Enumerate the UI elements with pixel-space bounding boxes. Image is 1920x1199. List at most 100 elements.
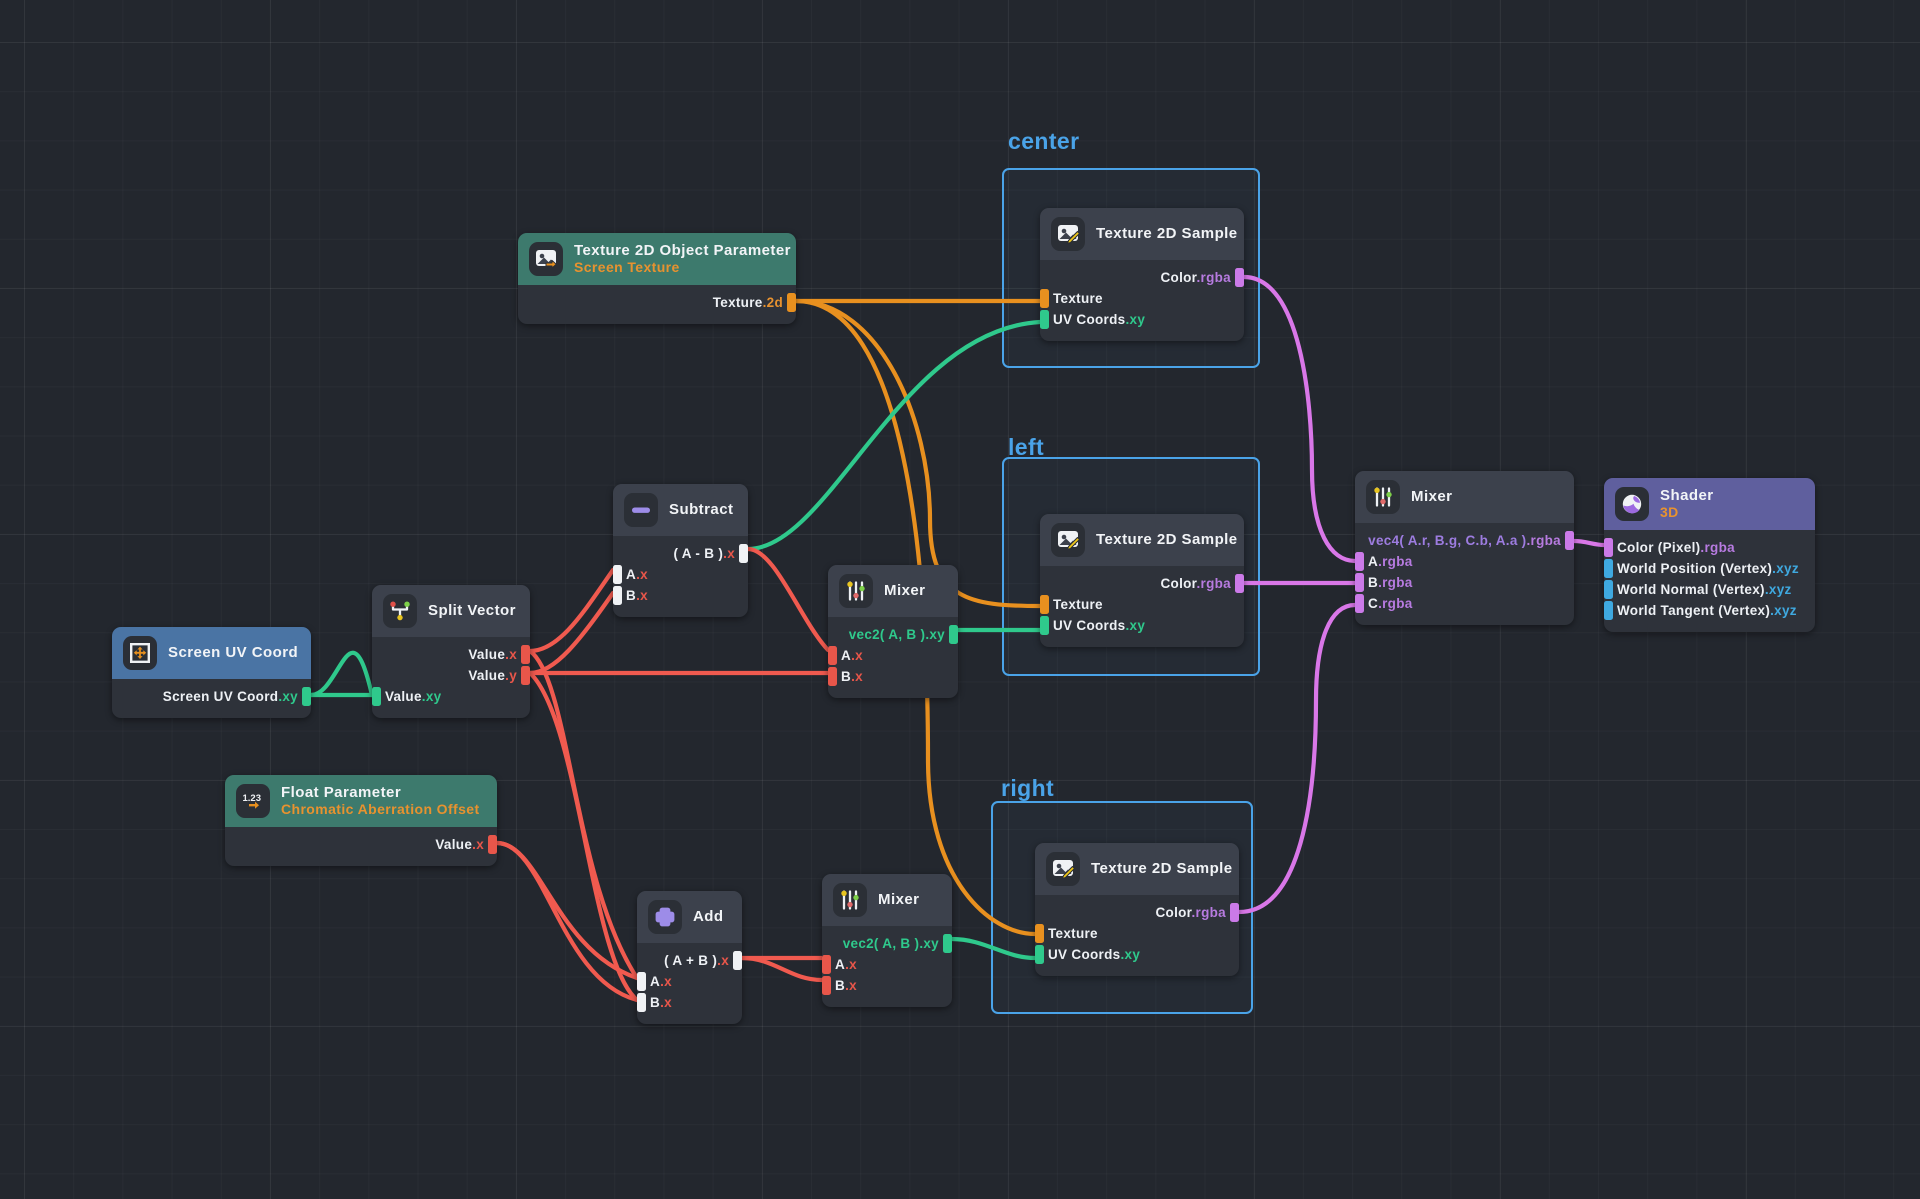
input-port-row[interactable]: Value.xy xyxy=(372,687,530,706)
node-shader-output[interactable]: Shader3D Color (Pixel).rgba World Position… xyxy=(1604,478,1815,632)
input-socket[interactable] xyxy=(1355,573,1364,592)
input-port-row[interactable]: Color (Pixel).rgba xyxy=(1604,538,1815,557)
input-port-row[interactable]: World Tangent (Vertex).xyz xyxy=(1604,601,1815,620)
input-port-row[interactable]: B.x xyxy=(637,993,742,1012)
input-socket[interactable] xyxy=(613,586,622,605)
output-socket[interactable] xyxy=(1235,268,1244,287)
input-socket[interactable] xyxy=(637,993,646,1012)
node-texture-sample-left[interactable]: Texture 2D Sample Color.rgba Texture UV Coo… xyxy=(1040,514,1244,647)
wire-center-color-to-mixer-a[interactable] xyxy=(1244,277,1355,561)
node-header[interactable]: Subtract xyxy=(613,484,748,536)
input-port-row[interactable]: B.x xyxy=(822,976,952,995)
wire-split-y-to-subtract-b[interactable] xyxy=(530,593,613,673)
input-socket[interactable] xyxy=(828,667,837,686)
group-label-right[interactable]: right xyxy=(1001,775,1054,802)
input-port-row[interactable]: World Normal (Vertex).xyz xyxy=(1604,580,1815,599)
input-port-row[interactable]: A.rgba xyxy=(1355,552,1574,571)
wire-subtract-out-to-mixermid-a[interactable] xyxy=(748,549,828,650)
input-port-row[interactable]: C.rgba xyxy=(1355,594,1574,613)
output-port-row[interactable]: Texture.2d xyxy=(518,293,796,312)
node-header[interactable]: Texture 2D Sample xyxy=(1040,208,1244,260)
group-label-left[interactable]: left xyxy=(1008,434,1044,461)
output-port-row[interactable]: Screen UV Coord.xy xyxy=(112,687,311,706)
node-header[interactable]: Mixer xyxy=(822,874,952,926)
wire-split-x-to-add-a[interactable] xyxy=(530,651,637,978)
input-port-row[interactable]: A.x xyxy=(828,646,958,665)
input-port-row[interactable]: UV Coords.xy xyxy=(1040,616,1244,635)
node-mixer-final[interactable]: Mixer vec4( A.r, B.g, C.b, A.a ).rgba A.rg… xyxy=(1355,471,1574,625)
input-port-row[interactable]: UV Coords.xy xyxy=(1040,310,1244,329)
wire-subtract-out-to-center-uv[interactable] xyxy=(748,322,1040,549)
output-socket[interactable] xyxy=(521,645,530,664)
node-header[interactable]: Split Vector xyxy=(372,585,530,637)
input-port-row[interactable]: Texture xyxy=(1040,289,1244,308)
wire-split-x-to-subtract-a[interactable] xyxy=(530,570,613,651)
input-socket[interactable] xyxy=(1040,310,1049,329)
output-port-row[interactable]: vec2( A, B ).xy xyxy=(828,625,958,644)
node-mixer-mid[interactable]: Mixer vec2( A, B ).xy A.x B.x xyxy=(828,565,958,698)
input-socket[interactable] xyxy=(1035,924,1044,943)
output-socket[interactable] xyxy=(739,544,748,563)
input-socket[interactable] xyxy=(1604,538,1613,557)
output-socket[interactable] xyxy=(733,951,742,970)
node-header[interactable]: 1.23Float ParameterChromatic Aberration … xyxy=(225,775,497,827)
group-label-center[interactable]: center xyxy=(1008,128,1079,155)
output-port-row[interactable]: Value.x xyxy=(225,835,497,854)
input-socket[interactable] xyxy=(822,976,831,995)
output-socket[interactable] xyxy=(521,666,530,685)
input-port-row[interactable]: B.rgba xyxy=(1355,573,1574,592)
input-port-row[interactable]: Texture xyxy=(1040,595,1244,614)
wire-screenuv-to-subtract-a[interactable] xyxy=(311,653,372,695)
input-socket[interactable] xyxy=(637,972,646,991)
wire-float-to-add-a[interactable] xyxy=(497,843,637,978)
output-socket[interactable] xyxy=(943,934,952,953)
output-port-row[interactable]: Color.rgba xyxy=(1040,268,1244,287)
output-port-row[interactable]: Value.x xyxy=(372,645,530,664)
output-socket[interactable] xyxy=(787,293,796,312)
output-socket[interactable] xyxy=(488,835,497,854)
node-screen-uv-coord[interactable]: Screen UV Coord Screen UV Coord.xy xyxy=(112,627,311,718)
node-add[interactable]: Add( A + B ).xA.xB.x xyxy=(637,891,742,1024)
node-split-vector[interactable]: Split Vector Value.x Value.y Value.xy xyxy=(372,585,530,718)
output-socket[interactable] xyxy=(302,687,311,706)
wire-split-y-to-add-b[interactable] xyxy=(530,673,637,1000)
input-socket[interactable] xyxy=(372,687,381,706)
output-socket[interactable] xyxy=(1230,903,1239,922)
node-header[interactable]: Shader3D xyxy=(1604,478,1815,530)
input-port-row[interactable]: A.x xyxy=(822,955,952,974)
input-socket[interactable] xyxy=(1604,559,1613,578)
input-socket[interactable] xyxy=(1035,945,1044,964)
wire-mixer-out-to-shader-color[interactable] xyxy=(1574,541,1604,545)
node-header[interactable]: Mixer xyxy=(1355,471,1574,523)
node-header[interactable]: Screen UV Coord xyxy=(112,627,311,679)
node-float-param[interactable]: 1.23Float ParameterChromatic Aberration … xyxy=(225,775,497,866)
output-port-row[interactable]: vec2( A, B ).xy xyxy=(822,934,952,953)
output-port-row[interactable]: Color.rgba xyxy=(1035,903,1239,922)
node-subtract[interactable]: Subtract ( A - B ).x A.x B.x xyxy=(613,484,748,617)
node-texture-sample-center[interactable]: Texture 2D Sample Color.rgba Texture UV Coo… xyxy=(1040,208,1244,341)
input-port-row[interactable]: B.x xyxy=(828,667,958,686)
input-port-row[interactable]: World Position (Vertex).xyz xyxy=(1604,559,1815,578)
node-mixer-bottom[interactable]: Mixer vec2( A, B ).xy A.x B.x xyxy=(822,874,952,1007)
input-socket[interactable] xyxy=(1355,594,1364,613)
node-graph-canvas[interactable]: center left right Texture 2D Object Parame… xyxy=(0,0,1920,1199)
input-socket[interactable] xyxy=(828,646,837,665)
input-socket[interactable] xyxy=(1604,601,1613,620)
input-socket[interactable] xyxy=(822,955,831,974)
node-header[interactable]: Texture 2D Sample xyxy=(1040,514,1244,566)
wire-float-to-add-b[interactable] xyxy=(497,843,637,1000)
node-header[interactable]: Texture 2D Object ParameterScreen Textur… xyxy=(518,233,796,285)
input-port-row[interactable]: B.x xyxy=(613,586,748,605)
output-port-row[interactable]: Color.rgba xyxy=(1040,574,1244,593)
node-header[interactable]: Texture 2D Sample xyxy=(1035,843,1239,895)
output-port-row[interactable]: Value.y xyxy=(372,666,530,685)
output-socket[interactable] xyxy=(1235,574,1244,593)
node-header[interactable]: Mixer xyxy=(828,565,958,617)
output-port-row[interactable]: vec4( A.r, B.g, C.b, A.a ).rgba xyxy=(1355,531,1574,550)
input-socket[interactable] xyxy=(1040,289,1049,308)
output-port-row[interactable]: ( A - B ).x xyxy=(613,544,748,563)
node-header[interactable]: Add xyxy=(637,891,742,943)
input-port-row[interactable]: A.x xyxy=(613,565,748,584)
input-socket[interactable] xyxy=(1604,580,1613,599)
node-texture-sample-right[interactable]: Texture 2D SampleColor.rgbaTextureUV Coo… xyxy=(1035,843,1239,976)
